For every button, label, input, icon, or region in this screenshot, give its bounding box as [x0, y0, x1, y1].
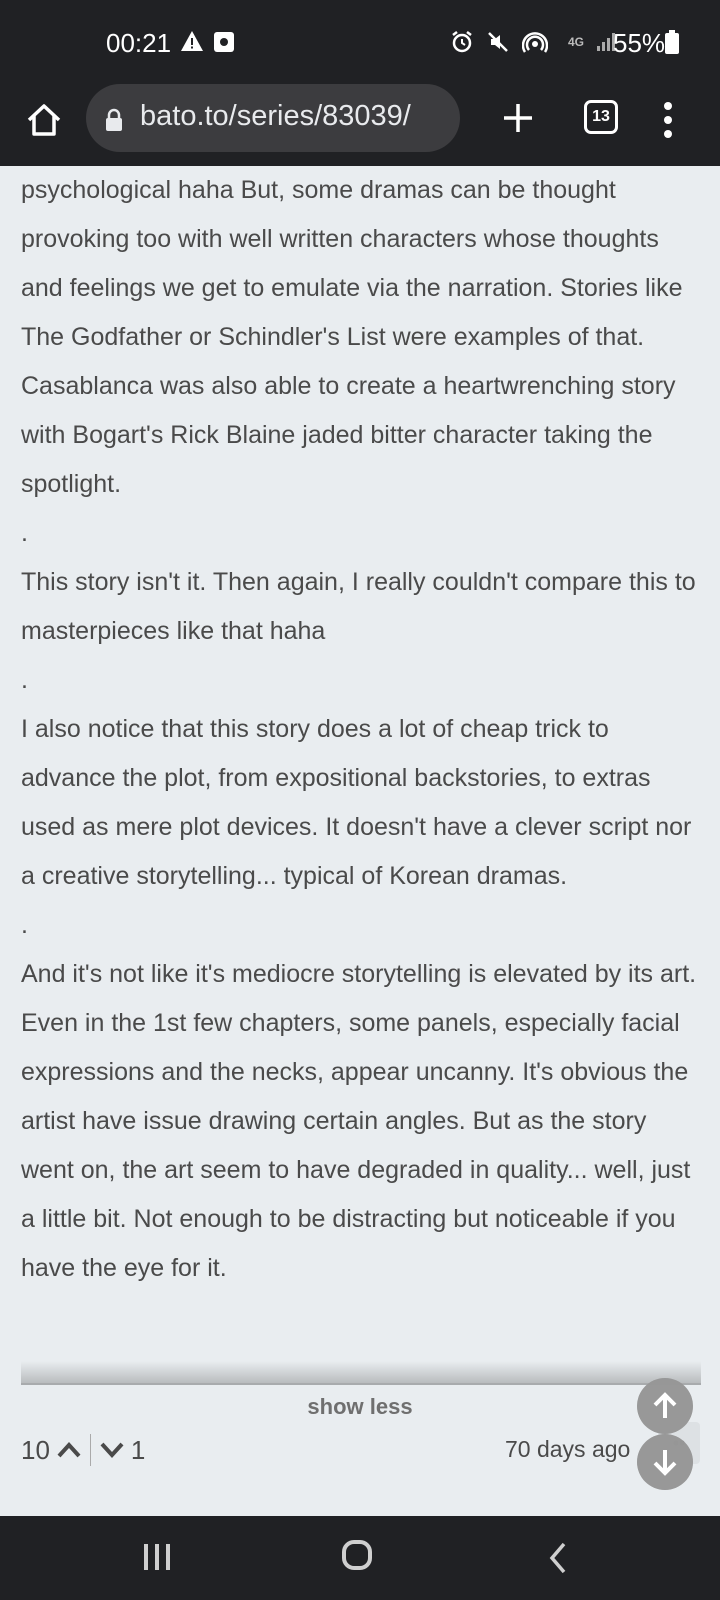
chevron-up-icon[interactable] [56, 1439, 82, 1461]
battery-icon [665, 30, 679, 54]
show-less-button[interactable]: show less [0, 1394, 720, 1420]
back-icon[interactable] [548, 1542, 568, 1574]
notification-icon [214, 32, 234, 52]
nav-home-button[interactable] [342, 1540, 372, 1570]
menu-icon[interactable] [662, 98, 674, 142]
arrow-up-icon[interactable] [637, 1378, 693, 1434]
downvote-count: 1 [130, 1434, 146, 1465]
arrow-down-icon[interactable] [637, 1434, 693, 1490]
comment-paragraph: This story isn't it. Then again, I reall… [21, 568, 696, 645]
alarm-icon [452, 31, 472, 53]
network-label: 4G [568, 35, 585, 49]
chevron-down-icon[interactable] [99, 1439, 125, 1461]
collapse-fade [21, 1361, 701, 1385]
plus-icon[interactable] [496, 96, 540, 140]
hotspot-icon [522, 32, 548, 53]
mute-icon [488, 32, 508, 52]
status-icons: 4G [450, 30, 616, 54]
tab-count: 13 [592, 108, 610, 125]
comment-paragraph: . [21, 911, 28, 939]
status-bar: 00:21 4G 55% [0, 0, 720, 84]
tabs-icon[interactable]: 13 [584, 100, 618, 134]
lock-icon [106, 108, 122, 131]
url-text[interactable]: bato.to/series/83039/ [140, 100, 411, 133]
battery-percent: 55% [613, 28, 666, 58]
comment-paragraph: . [21, 666, 28, 694]
recents-icon[interactable] [142, 1542, 172, 1572]
comment-paragraph: I also notice that this story does a lot… [21, 715, 692, 890]
vote-controls: 10 1 [21, 1434, 145, 1466]
home-icon[interactable] [24, 100, 64, 140]
upvote-count: 10 [21, 1434, 50, 1465]
status-time: 00:21 [106, 28, 172, 58]
comment-paragraph: . [21, 519, 28, 547]
comment-paragraph: psychological haha But, some dramas can … [21, 176, 683, 498]
comment-body: psychological haha But, some dramas can … [21, 166, 701, 1293]
system-nav-bar [0, 1516, 720, 1600]
page-content: psychological haha But, some dramas can … [0, 166, 720, 1516]
browser-toolbar: bato.to/series/83039/ 13 [0, 84, 720, 168]
vote-divider [89, 1434, 91, 1466]
comment-age: 70 days ago [505, 1436, 631, 1462]
comment-paragraph: And it's not like it's mediocre storytel… [21, 960, 697, 1282]
warning-icon [181, 31, 203, 51]
